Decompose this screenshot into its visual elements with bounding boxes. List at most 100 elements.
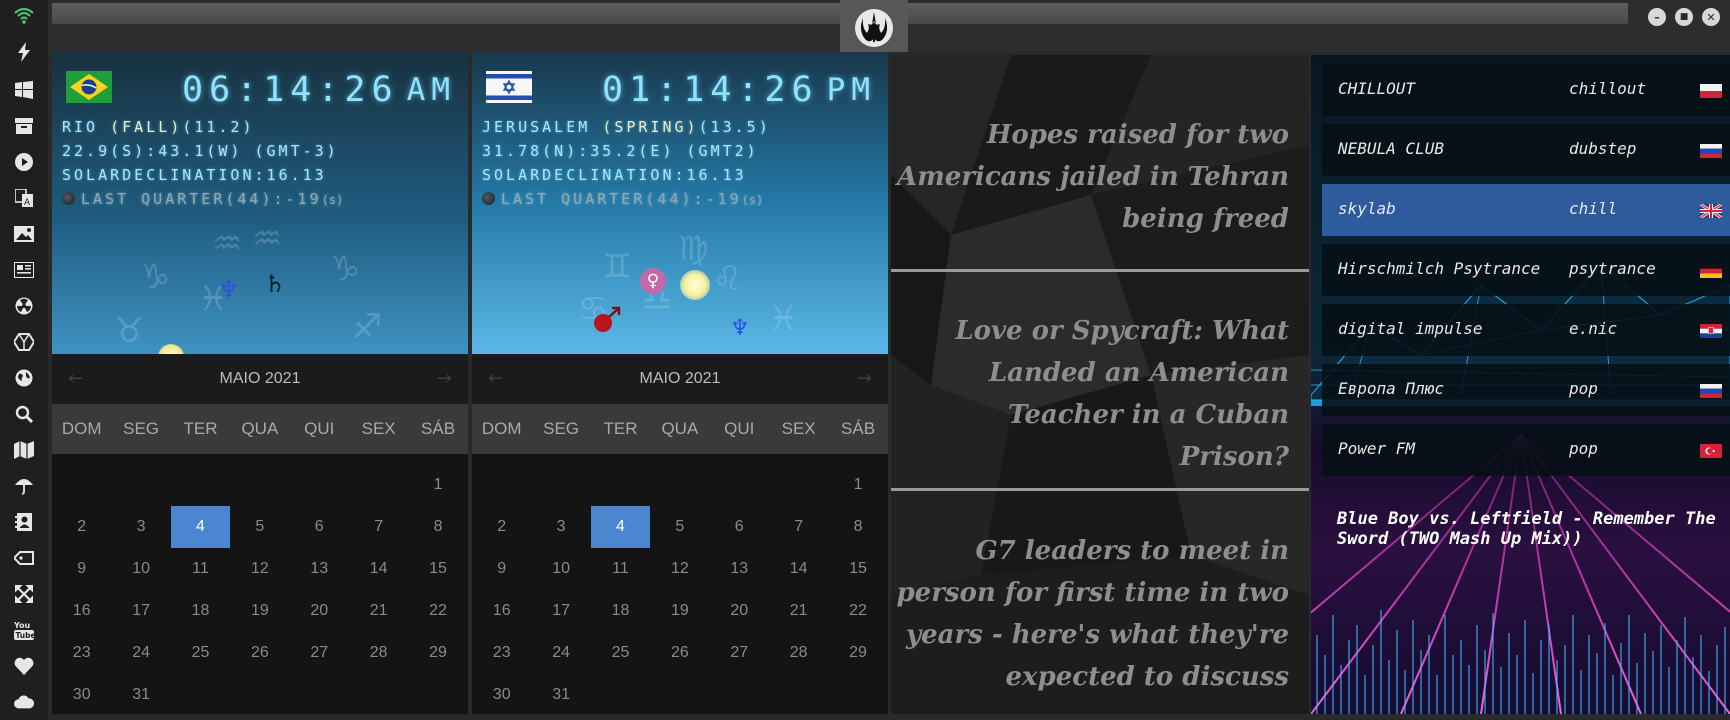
calendar-day[interactable]: 20 [290,590,349,632]
image-icon[interactable] [14,224,34,244]
calendar-day[interactable]: 15 [408,548,467,590]
calendar-day[interactable]: 17 [531,590,590,632]
rebel-alliance-logo-icon[interactable] [854,8,894,48]
calendar-day[interactable]: 24 [531,632,590,674]
station-genre: pop [1569,379,1598,398]
hexagon-icon[interactable] [14,332,34,352]
news-icon[interactable] [14,260,34,280]
calendar-day[interactable]: 12 [230,548,289,590]
station-row-selected[interactable]: skylab chill [1322,184,1730,236]
station-row[interactable]: Power FM pop [1322,424,1730,476]
calendar-day[interactable]: 23 [472,632,531,674]
calendar-day[interactable]: 18 [171,590,230,632]
calendar-day[interactable]: 30 [52,674,111,714]
news-headline[interactable]: Love or Spycraft: What Landed an America… [891,310,1309,478]
calendar-day[interactable]: 22 [408,590,467,632]
tag-icon[interactable] [14,548,34,568]
calendar-day[interactable]: 17 [111,590,170,632]
maximize-button[interactable]: ■ [1675,8,1693,26]
calendar-day[interactable]: 26 [650,632,709,674]
calendar-day[interactable]: 1 [828,464,887,506]
next-month-arrow-icon[interactable]: → [857,368,872,389]
calendar-day[interactable]: 27 [710,632,769,674]
calendar-day[interactable]: 28 [349,632,408,674]
heart-icon[interactable] [14,656,34,676]
calendar-day[interactable]: 9 [472,548,531,590]
calendar-day[interactable]: 31 [531,674,590,714]
fullscreen-icon[interactable] [14,584,34,604]
windows-icon[interactable] [14,80,34,100]
calendar-day[interactable]: 14 [349,548,408,590]
calendar-day[interactable]: 20 [710,590,769,632]
calendar-day[interactable]: 6 [290,506,349,548]
calendar-day[interactable]: 22 [828,590,887,632]
wifi-icon[interactable] [14,6,34,26]
calendar-day[interactable]: 3 [531,506,590,548]
cloud-icon[interactable] [14,692,34,712]
calendar-day[interactable]: 31 [111,674,170,714]
calendar-day[interactable]: 8 [408,506,467,548]
close-button[interactable]: ✕ [1702,8,1720,26]
calendar-day[interactable]: 10 [531,548,590,590]
calendar-day[interactable]: 14 [769,548,828,590]
calendar-day[interactable]: 3 [111,506,170,548]
calendar-day[interactable]: 10 [111,548,170,590]
calendar-day[interactable]: 29 [408,632,467,674]
calendar-day[interactable]: 27 [290,632,349,674]
news-headline[interactable]: Hopes raised for two Americans jailed in… [891,114,1309,240]
calendar-day[interactable]: 21 [349,590,408,632]
calendar-day[interactable]: 24 [111,632,170,674]
calendar-day[interactable]: 11 [591,548,650,590]
calendar-day[interactable]: 19 [650,590,709,632]
contacts-icon[interactable] [14,512,34,532]
calendar-day[interactable]: 2 [472,506,531,548]
archive-icon[interactable] [14,116,34,136]
calendar-day[interactable]: 8 [828,506,887,548]
calendar-day[interactable]: 25 [171,632,230,674]
station-row[interactable]: Hirschmilch Psytrance psytrance [1322,244,1730,296]
station-row[interactable]: Европа Плюс pop [1322,364,1730,416]
calendar-day[interactable]: 18 [591,590,650,632]
calendar-day[interactable]: 28 [769,632,828,674]
search-icon[interactable] [14,404,34,424]
umbrella-icon[interactable] [14,476,34,496]
map-icon[interactable] [14,440,34,460]
youtube-icon[interactable]: You Tube [14,620,34,640]
calendar-day[interactable]: 11 [171,548,230,590]
calendar-day[interactable]: 7 [349,506,408,548]
station-row[interactable]: NEBULA CLUB dubstep [1322,124,1730,176]
calendar-day[interactable]: 6 [710,506,769,548]
calendar-day[interactable]: 15 [828,548,887,590]
moon-phase-line: LAST QUARTER(44):-19(s) [62,190,343,208]
calendar-day[interactable]: 25 [591,632,650,674]
calendar-day[interactable]: 16 [52,590,111,632]
lightning-icon[interactable] [14,42,34,62]
station-row[interactable]: CHILLOUT chillout [1322,64,1730,116]
play-icon[interactable] [14,152,34,172]
calendar-day[interactable]: 19 [230,590,289,632]
calendar-day[interactable]: 12 [650,548,709,590]
radiation-icon[interactable] [14,296,34,316]
calendar-day[interactable]: 21 [769,590,828,632]
next-month-arrow-icon[interactable]: → [437,368,452,389]
calendar-day[interactable]: 9 [52,548,111,590]
calendar-day[interactable]: 16 [472,590,531,632]
globe-icon[interactable] [14,368,34,388]
calendar-day-selected[interactable]: 4 [170,506,231,548]
calendar-day[interactable]: 5 [650,506,709,548]
calendar-day-selected[interactable]: 4 [590,506,651,548]
calendar-day[interactable]: 29 [828,632,887,674]
news-headline[interactable]: G7 leaders to meet in person for first t… [891,530,1309,698]
calendar-day[interactable]: 1 [408,464,467,506]
minimize-button[interactable]: – [1648,8,1666,26]
calendar-day[interactable]: 5 [230,506,289,548]
calendar-day[interactable]: 30 [472,674,531,714]
calendar-day[interactable]: 13 [290,548,349,590]
calendar-day[interactable]: 2 [52,506,111,548]
calendar-day[interactable]: 7 [769,506,828,548]
calendar-day[interactable]: 23 [52,632,111,674]
station-row[interactable]: digital impulse e.nic [1322,304,1730,356]
calendar-day[interactable]: 26 [230,632,289,674]
translate-icon[interactable]: A [14,188,34,208]
calendar-day[interactable]: 13 [710,548,769,590]
